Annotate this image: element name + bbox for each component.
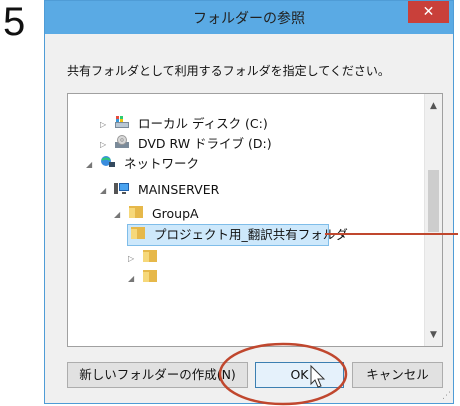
vertical-scrollbar[interactable]: ▲ ▼ [424,94,442,346]
tree-item-label: プロジェクト用_翻訳共有フォルダ [153,227,348,242]
expand-arrow-icon[interactable]: ▷ [100,135,110,155]
tree-item-network[interactable]: ◢ ネットワーク [86,154,199,174]
tree-item-local-disk[interactable]: ▷ ローカル ディスク (C:) [100,114,268,134]
scroll-thumb[interactable] [428,170,439,232]
title-bar[interactable]: フォルダーの参照 ✕ [45,1,453,34]
tree-item-project-folder[interactable]: プロジェクト用_翻訳共有フォルダ [130,225,348,245]
tree-item-label: ローカル ディスク (C:) [137,116,268,131]
tree-item-label: MAINSERVER [137,182,220,197]
folder-icon [128,205,144,225]
tree-item-dvd-drive[interactable]: ▷ DVD RW ドライブ (D:) [100,134,272,154]
instruction-text: 共有フォルダとして利用するフォルダを指定してください。 [67,64,390,78]
collapse-arrow-icon[interactable]: ◢ [100,181,110,201]
tree-item-subfolder[interactable]: ▷ [128,248,162,268]
folder-icon [130,226,146,246]
scroll-up-icon[interactable]: ▲ [425,98,442,115]
tree-item-label: GroupA [151,206,199,221]
folder-icon [142,269,158,289]
tree-item-groupa[interactable]: ◢ GroupA [114,204,199,224]
cancel-button[interactable]: キャンセル [352,362,443,388]
tree-item-label: DVD RW ドライブ (D:) [137,136,272,151]
new-folder-button[interactable]: 新しいフォルダーの作成(N) [67,362,248,388]
scroll-down-icon[interactable]: ▼ [425,327,442,344]
tree-item-label: ネットワーク [123,156,199,171]
expand-arrow-icon[interactable]: ▷ [128,249,138,269]
step-number: 5 [3,0,26,44]
collapse-arrow-icon[interactable]: ◢ [128,269,138,289]
folder-tree[interactable]: ▷ ローカル ディスク (C:) ▷ DVD RW ドライブ (D:) ◢ ネッ… [67,93,443,347]
network-icon [100,155,116,175]
server-icon [113,181,130,201]
local-disk-icon [114,115,130,135]
browse-folder-dialog: フォルダーの参照 ✕ 共有フォルダとして利用するフォルダを指定してください。 ▷… [44,0,454,404]
expand-arrow-icon[interactable]: ▷ [100,115,110,135]
collapse-arrow-icon[interactable]: ◢ [114,205,124,225]
folder-icon [142,249,158,269]
collapse-arrow-icon[interactable]: ◢ [86,155,96,175]
ok-button[interactable]: OK [255,362,344,388]
resize-grip-icon[interactable]: ⋰ [442,391,451,401]
dialog-title: フォルダーの参照 [193,11,305,27]
tree-item-subfolder[interactable]: ◢ [128,268,162,288]
dvd-drive-icon [114,134,130,155]
tree-item-mainserver[interactable]: ◢ MAINSERVER [100,180,219,200]
close-button[interactable]: ✕ [408,1,449,23]
